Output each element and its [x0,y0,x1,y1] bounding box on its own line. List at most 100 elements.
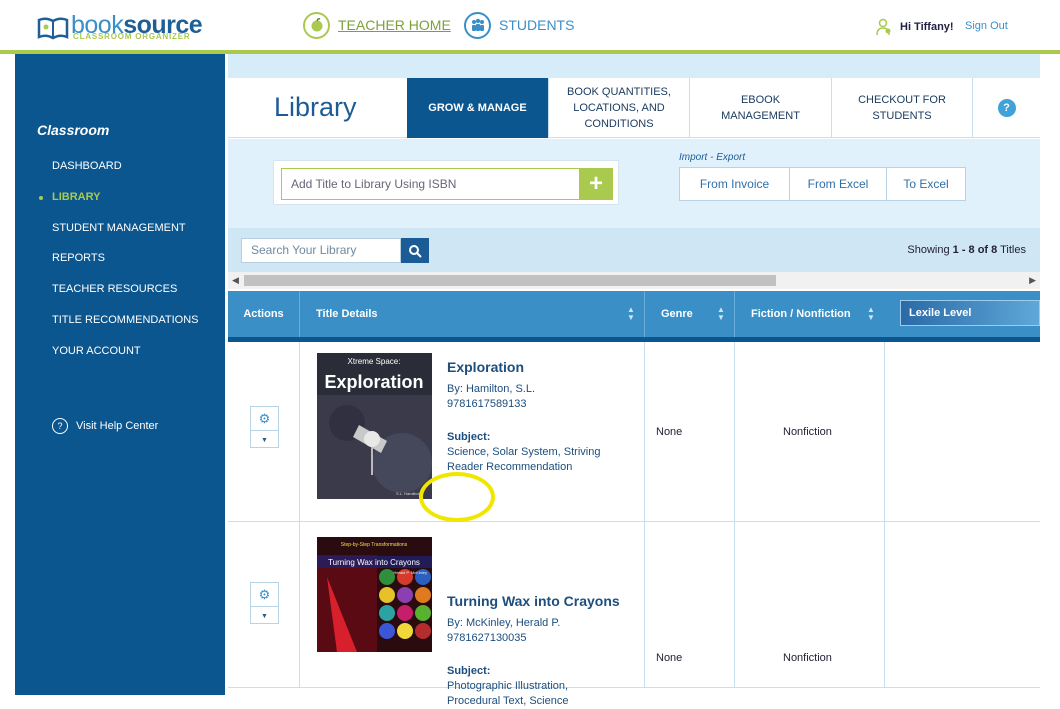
book-title-link[interactable]: Exploration [447,359,524,375]
from-invoice-button[interactable]: From Invoice [680,168,789,200]
scroll-left-icon[interactable]: ◀ [232,275,239,286]
cover-title-text: Turning Wax into Crayons [328,558,420,567]
cell-divider [884,342,885,522]
add-title-button[interactable]: + [579,168,613,200]
subject-label: Subject: [447,665,491,677]
table-header: Actions Title Details ▲ ▼ Genre ▲ ▼ Fictio… [228,291,1040,337]
row-actions-menu[interactable]: ⚙ ▼ [250,582,279,624]
sidebar: Classroom DASHBOARD LIBRARY STUDENT MANA… [15,54,225,695]
cell-divider [884,522,885,688]
cell-divider [299,522,300,688]
logo-subtitle: CLASSROOM ORGANIZER [73,32,191,41]
sidebar-item-student-management[interactable]: STUDENT MANAGEMENT [52,222,186,234]
column-genre-label: Genre [661,308,693,320]
sort-title-icon[interactable]: ▲ ▼ [627,306,635,322]
column-fiction-label: Fiction / Nonfiction [751,308,851,320]
table-row: ⚙ ▼ Step-by-Step Transformations Turning… [228,522,1040,707]
row-actions-menu[interactable]: ⚙ ▼ [250,406,279,448]
isbn-form: Add Title to Library Using ISBN + [273,160,619,205]
column-title-details-label: Title Details [316,308,378,320]
book-isbn: 9781627130035 [447,632,527,644]
cell-divider [644,522,645,688]
book-genre: None [656,426,683,438]
scrollbar-thumb[interactable] [244,275,776,286]
showing-range: 1 - 8 of 8 [952,244,998,256]
cell-divider [734,342,735,522]
book-cover-exploration[interactable]: Xtreme Space: Exploration S.L. Hamilton [317,353,432,499]
subject-line-1: Photographic Illustration, [447,680,569,692]
sign-out-link[interactable]: Sign Out [965,20,1008,32]
book-cover-turning-wax[interactable]: Step-by-Step Transformations Turning Wax… [317,537,432,652]
column-fiction-nonfiction[interactable]: Fiction / Nonfiction [734,291,884,337]
book-fiction-type: Nonfiction [783,652,832,664]
table-row: ⚙ ▼ Xtreme Space: Exploration S.L. Hamil… [228,342,1040,558]
nav-students-label: STUDENTS [499,17,575,33]
main-content: Library GROW & MANAGE BOOK QUANTITIES, L… [228,54,1060,707]
subject-label: Subject: [447,431,491,443]
chevron-down-icon[interactable]: ▼ [251,609,278,623]
book-logo-icon [37,17,69,40]
showing-prefix: Showing [907,244,953,256]
sidebar-item-your-account[interactable]: YOUR ACCOUNT [52,345,141,357]
search-row: Search Your Library Showing 1 - 8 of 8 T… [228,228,1040,272]
booksource-logo[interactable]: booksource CLASSROOM ORGANIZER [37,10,217,44]
help-icon: ? [52,418,68,434]
cover-series-text: Xtreme Space: [348,357,401,366]
nav-teacher-home-label: TEACHER HOME [338,17,451,33]
book-title-link[interactable]: Turning Wax into Crayons [447,593,620,609]
book-author: By: Hamilton, S.L. [447,383,536,395]
apple-icon [303,11,330,39]
tab-checkout-for-students[interactable]: CHECKOUT FOR STUDENTS [831,78,972,138]
page-title: Library [274,92,357,122]
tab-grow-manage[interactable]: GROW & MANAGE [407,78,548,138]
book-subjects: Subject: Photographic Illustration, Proc… [447,664,568,709]
sidebar-item-dashboard[interactable]: DASHBOARD [52,160,122,172]
sort-genre-icon[interactable]: ▲ ▼ [717,306,725,322]
book-author: By: McKinley, Herald P. [447,617,561,629]
import-export-label: Import - Export [679,152,746,163]
gear-icon[interactable]: ⚙ [251,583,278,607]
sidebar-item-reports[interactable]: REPORTS [52,252,105,264]
question-icon[interactable]: ? [997,99,1016,117]
column-actions: Actions [243,308,284,320]
yellow-highlight-circle [419,472,495,522]
cover-author-text: Herald P. McKinley [394,570,428,575]
greeting-text: Hi Tiffany! [900,21,954,33]
tab-help: ? [972,78,1040,138]
search-button[interactable] [401,238,429,263]
lexile-level-select[interactable]: Lexile Level [900,300,1040,326]
showing-suffix: Titles [997,244,1026,256]
sidebar-item-teacher-resources[interactable]: TEACHER RESOURCES [52,283,177,295]
sort-fiction-icon[interactable]: ▲ ▼ [867,306,875,322]
nav-teacher-home[interactable]: TEACHER HOME [303,10,451,40]
search-input[interactable]: Search Your Library [241,238,401,263]
active-indicator-dot [39,196,43,200]
user-greeting: Hi Tiffany! [876,18,954,36]
scroll-right-icon[interactable]: ▶ [1029,275,1036,286]
cover-author-text: S.L. Hamilton [396,491,420,496]
cover-series-text: Step-by-Step Transformations [341,542,408,548]
to-excel-button[interactable]: To Excel [886,168,965,200]
import-export-buttons: From Invoice From Excel To Excel [679,167,966,201]
subject-line-2: Procedural Text, Science [447,695,569,707]
tab-book-quantities[interactable]: BOOK QUANTITIES, LOCATIONS, AND CONDITIO… [548,78,689,138]
top-bar: booksource CLASSROOM ORGANIZER TEACHER H… [0,0,1060,50]
from-excel-button[interactable]: From Excel [789,168,886,200]
sidebar-item-title-recommendations[interactable]: TITLE RECOMMENDATIONS [52,314,198,326]
chevron-down-icon[interactable]: ▼ [251,433,278,447]
nav-students[interactable]: STUDENTS [464,10,574,40]
tab-ebook-management[interactable]: eBOOK MANAGEMENT [689,78,831,138]
subject-line-1: Science, Solar System, Striving [447,446,601,458]
gear-icon[interactable]: ⚙ [251,407,278,431]
tool-area: Add Title to Library Using ISBN + Import… [228,139,1040,228]
horizontal-scrollbar[interactable]: ◀ ▶ [228,272,1040,289]
visit-help-center-link[interactable]: ? Visit Help Center [52,418,158,434]
results-count: Showing 1 - 8 of 8 Titles [907,244,1026,256]
sidebar-item-library[interactable]: LIBRARY [52,191,100,203]
column-title-details[interactable]: Title Details [299,291,644,337]
book-subjects: Subject: Science, Solar System, Striving… [447,430,600,475]
isbn-input[interactable]: Add Title to Library Using ISBN [281,168,579,200]
cell-divider [734,522,735,688]
search-icon [409,244,422,258]
book-meta: By: Hamilton, S.L. 9781617589133 [447,382,535,412]
